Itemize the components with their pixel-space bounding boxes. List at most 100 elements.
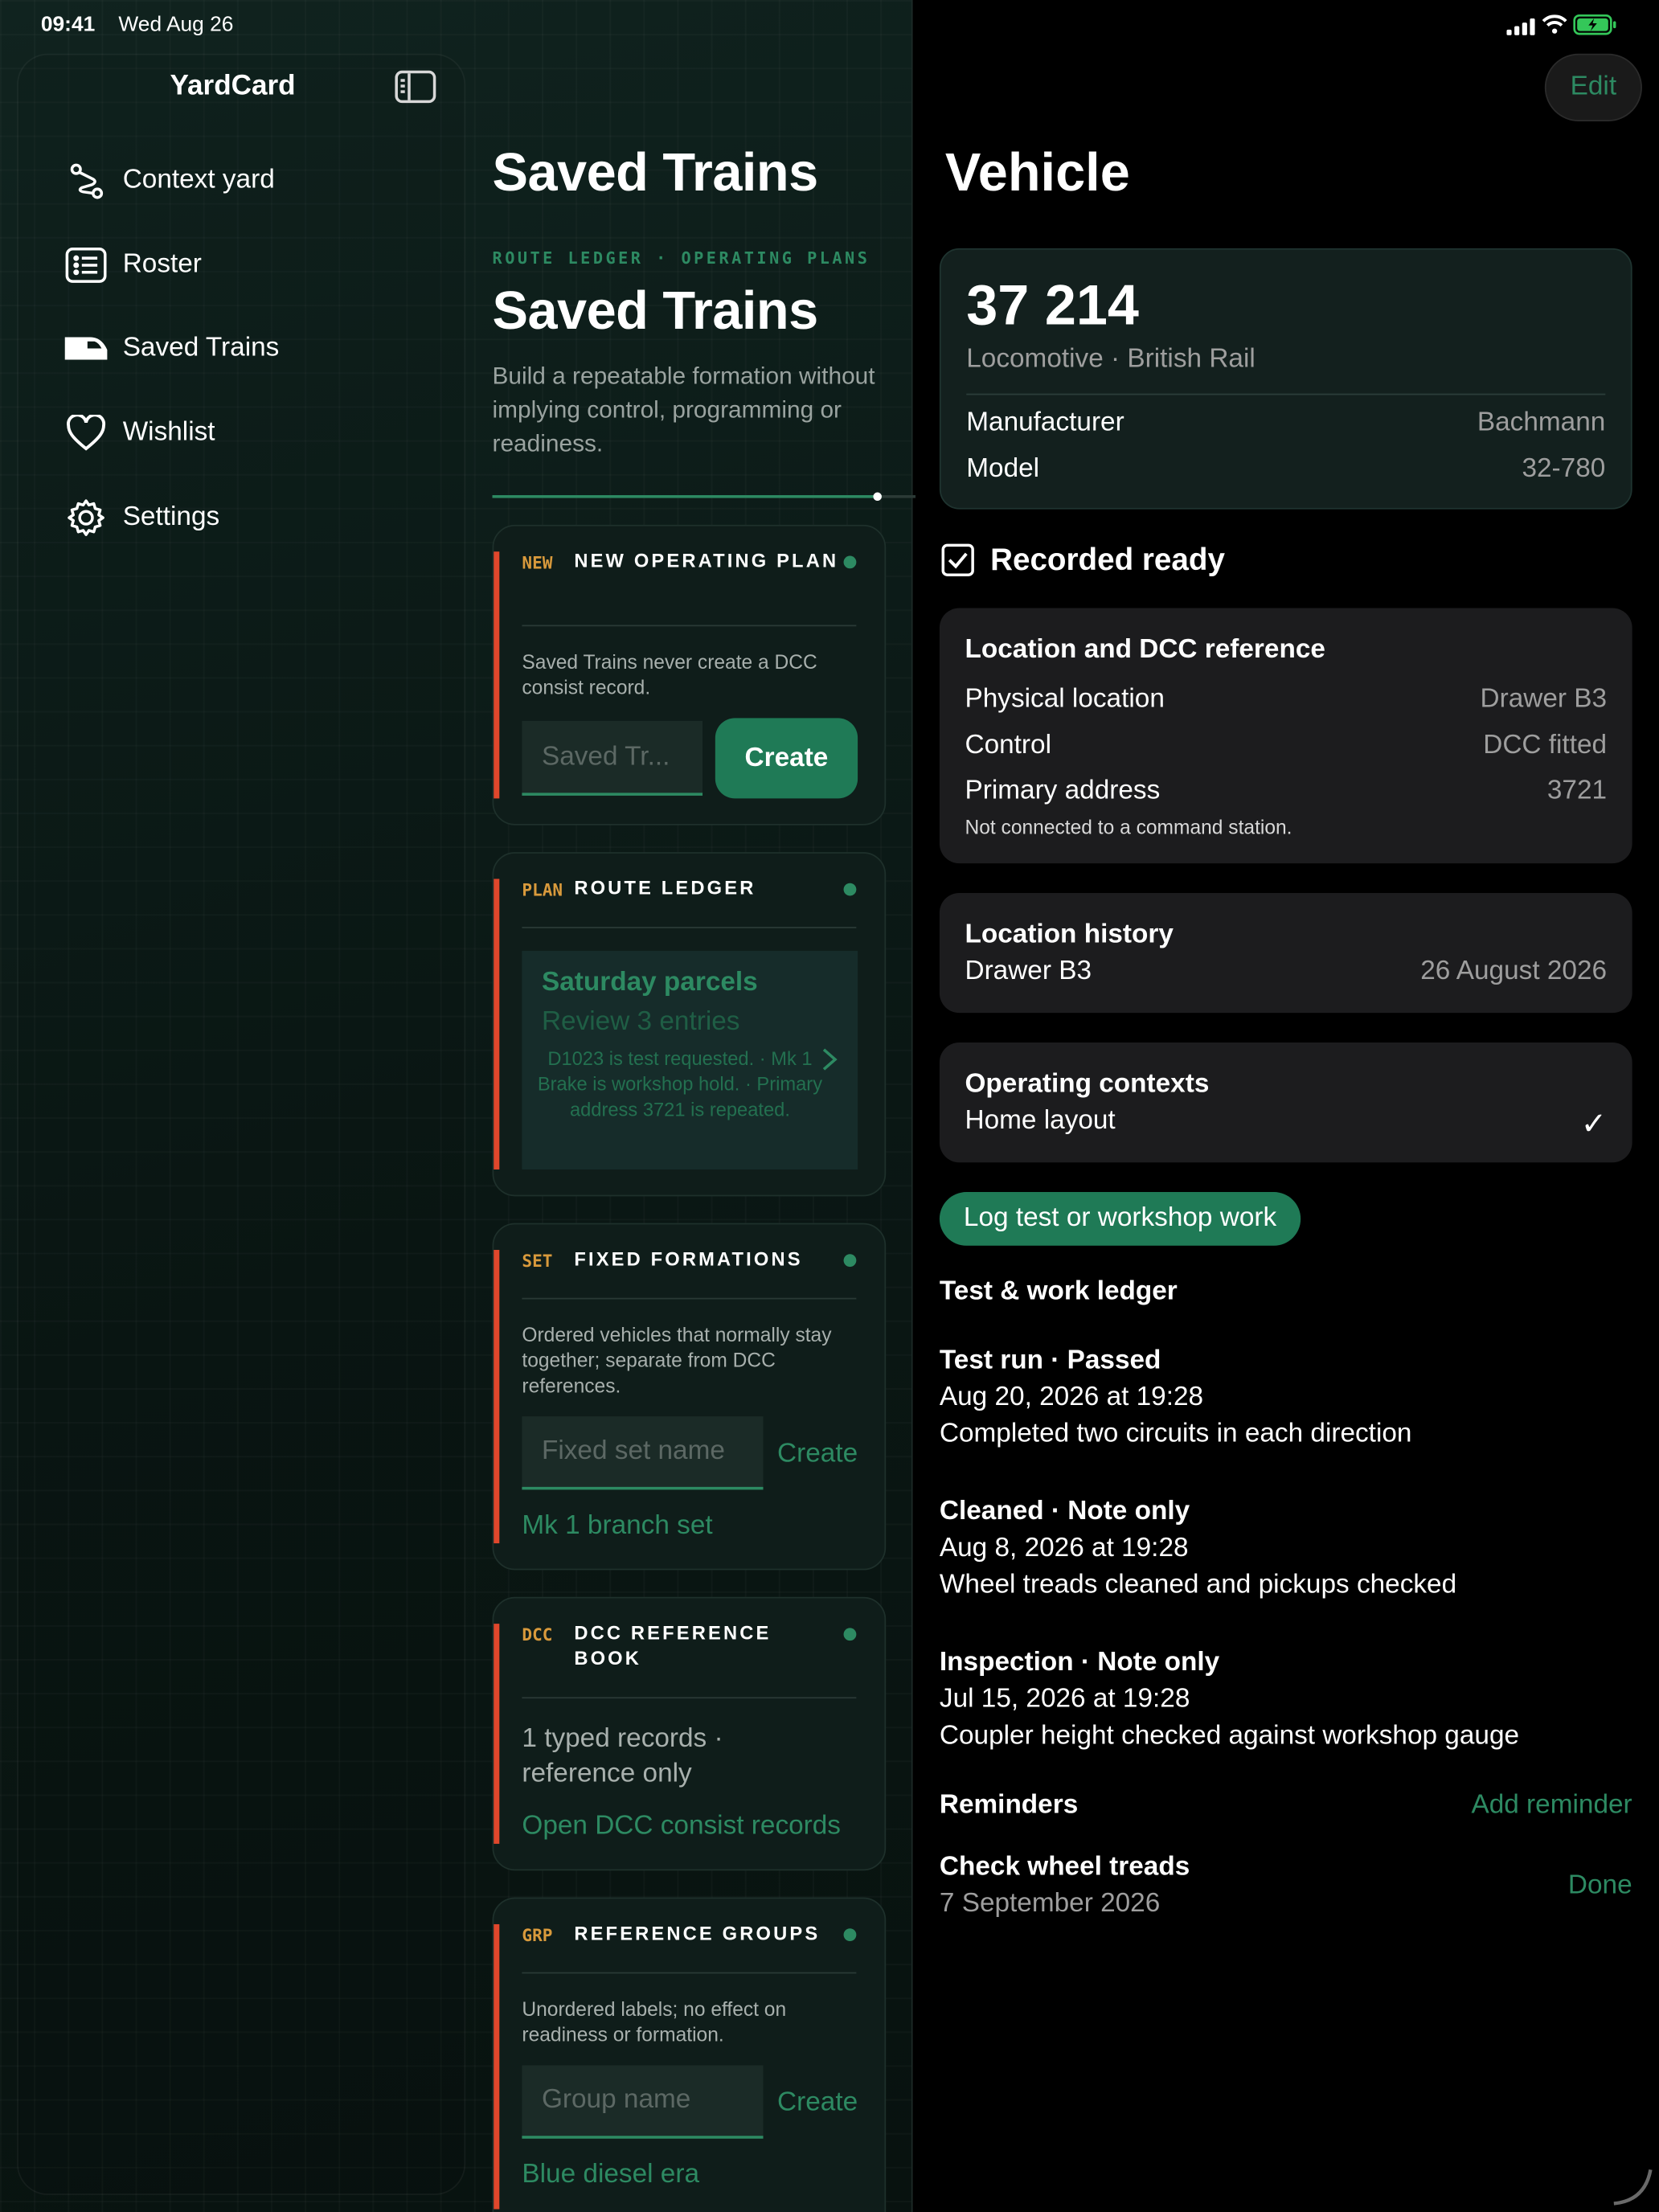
gear-icon [62,494,110,542]
control-value: DCC fitted [1483,731,1608,760]
card-title: FIXED FORMATIONS [574,1248,803,1270]
reminder-done-button[interactable]: Done [1568,1870,1632,1902]
history-date: 26 August 2026 [1420,956,1608,986]
plan-name-input[interactable]: Saved Tr... [522,720,703,796]
list-icon [62,241,110,289]
sidebar-item-roster[interactable]: Roster [62,240,428,290]
section-title: Location and DCC reference [965,634,1325,665]
detail-title: Vehicle [944,144,1130,203]
connection-note: Not connected to a command station. [965,815,1292,838]
context-item: Home layout [965,1105,1116,1136]
page-subtitle: Build a repeatable formation without imp… [492,363,875,457]
card-tag: NEW [522,552,553,573]
status-bar-accent [494,551,500,799]
group-name-input[interactable]: Group name [522,2065,764,2139]
sidebar-item-wishlist[interactable]: Wishlist [62,408,428,458]
status-dot [843,883,857,896]
card-title: NEW OPERATING PLAN [574,550,839,571]
sidebar-item-label: Wishlist [122,417,215,448]
status-dot [843,1254,857,1268]
route-ledger-entry[interactable]: Saturday parcels Review 3 entries D1023 … [522,950,858,1169]
battery-icon [1573,14,1618,35]
card-fixed-formations: SET FIXED FORMATIONS Ordered vehicles th… [492,1223,887,1571]
fixed-set-item[interactable]: Mk 1 branch set [522,1511,712,1542]
reminder-title: Check wheel treads [939,1852,1190,1882]
group-item[interactable]: Blue diesel era [522,2160,699,2191]
entry-subtitle: Review 3 entries [541,1007,740,1037]
checkbox-checked-icon [941,543,974,576]
status-bar-accent [494,1250,500,1544]
status-dot [843,1628,857,1641]
manufacturer-value: Bachmann [1477,408,1606,438]
eyebrow: ROUTE LEDGER · OPERATING PLANS [492,248,870,268]
card-body: Ordered vehicles that normally stay toge… [522,1323,832,1397]
fixed-set-name-input[interactable]: Fixed set name [522,1416,764,1490]
reminder-date: 7 September 2026 [939,1889,1161,1919]
card-dcc-reference: DCC DCC REFERENCE BOOK 1 typed records ·… [492,1596,887,1871]
chevron-right-icon [822,1048,838,1071]
operating-contexts-card[interactable]: Operating contexts Home layout ✓ [939,1043,1632,1163]
model-label: Model [966,454,1040,484]
create-group-button[interactable]: Create [777,2088,858,2120]
ledger-entry-date: Aug 8, 2026 at 19:28 [939,1533,1189,1563]
log-work-button[interactable]: Log test or workshop work [939,1192,1301,1246]
sidebar-item-label: Settings [122,502,220,532]
history-place: Drawer B3 [965,956,1092,986]
card-title: ROUTE LEDGER [574,877,756,899]
physical-location-value: Drawer B3 [1480,684,1608,715]
card-title: REFERENCE GROUPS [574,1923,821,1944]
sidebar-item-label: Context yard [122,165,275,195]
status-bar-accent [494,879,500,1169]
wifi-icon [1542,14,1567,35]
primary-address-value: 3721 [1546,776,1608,806]
edit-button[interactable]: Edit [1544,53,1642,121]
card-title: DCC REFERENCE BOOK [574,1622,772,1669]
card-body: Saved Trains never create a DCC consist … [522,650,817,698]
sidebar-item-context-yard[interactable]: Context yard [62,155,428,206]
create-plan-button[interactable]: Create [715,718,858,799]
status-time: 09:41 [40,12,96,37]
reminders-title: Reminders [939,1790,1079,1821]
create-fixed-set-button[interactable]: Create [777,1439,858,1470]
sidebar-item-saved-trains[interactable]: Saved Trains [62,323,428,374]
ledger-entry-date: Jul 15, 2026 at 19:28 [939,1684,1190,1714]
ledger-entry-title: Inspection · Note only [939,1647,1220,1677]
heart-icon [62,409,110,457]
manufacturer-label: Manufacturer [966,408,1124,438]
ledger-entry-note: Wheel treads cleaned and pickups checked [939,1570,1457,1600]
cellular-icon [1506,17,1538,35]
card-tag: GRP [522,1925,553,1946]
card-route-ledger: PLAN ROUTE LEDGER Saturday parcels Revie… [492,852,887,1197]
primary-address-label: Primary address [965,776,1161,806]
card-tag: DCC [522,1624,553,1645]
recorded-ready-toggle[interactable]: Recorded ready [941,542,1225,579]
card-new-operating-plan: NEW NEW OPERATING PLAN Saved Trains neve… [492,524,887,825]
entry-title: Saturday parcels [541,967,758,997]
scroll-progress [492,482,916,502]
page-title: Saved Trains [492,282,819,342]
card-reference-groups: GRP REFERENCE GROUPS Unordered labels; n… [492,1897,887,2212]
sidebar [17,53,466,2195]
ledger-entry-date: Aug 20, 2026 at 19:28 [939,1382,1204,1412]
location-history-card[interactable]: Location history Drawer B3 26 August 2026 [939,892,1632,1014]
ledger-entry-note: Coupler height checked against workshop … [939,1721,1520,1751]
add-reminder-button[interactable]: Add reminder [1471,1790,1632,1821]
status-dot [843,555,857,569]
section-title: Operating contexts [965,1069,1210,1100]
card-body: 1 typed records · reference only [522,1723,723,1789]
open-dcc-records-link[interactable]: Open DCC consist records [522,1812,841,1843]
status-bar-accent [494,1923,500,2210]
resize-corner-icon[interactable] [1608,2161,1657,2210]
split-divider[interactable] [911,0,913,2212]
ledger-entry-title: Test run · Passed [939,1346,1161,1376]
checkmark-icon: ✓ [1580,1105,1608,1141]
sidebar-item-settings[interactable]: Settings [62,493,428,543]
card-tag: SET [522,1251,553,1272]
route-icon [62,157,110,205]
model-value: 32-780 [1522,454,1606,484]
card-body: Unordered labels; no effect on readiness… [522,1997,787,2046]
sidebar-toggle-icon[interactable] [395,70,436,104]
recorded-ready-label: Recorded ready [990,541,1225,577]
ledger-entry-note: Completed two circuits in each direction [939,1419,1412,1449]
ledger-entry-title: Cleaned · Note only [939,1497,1190,1527]
